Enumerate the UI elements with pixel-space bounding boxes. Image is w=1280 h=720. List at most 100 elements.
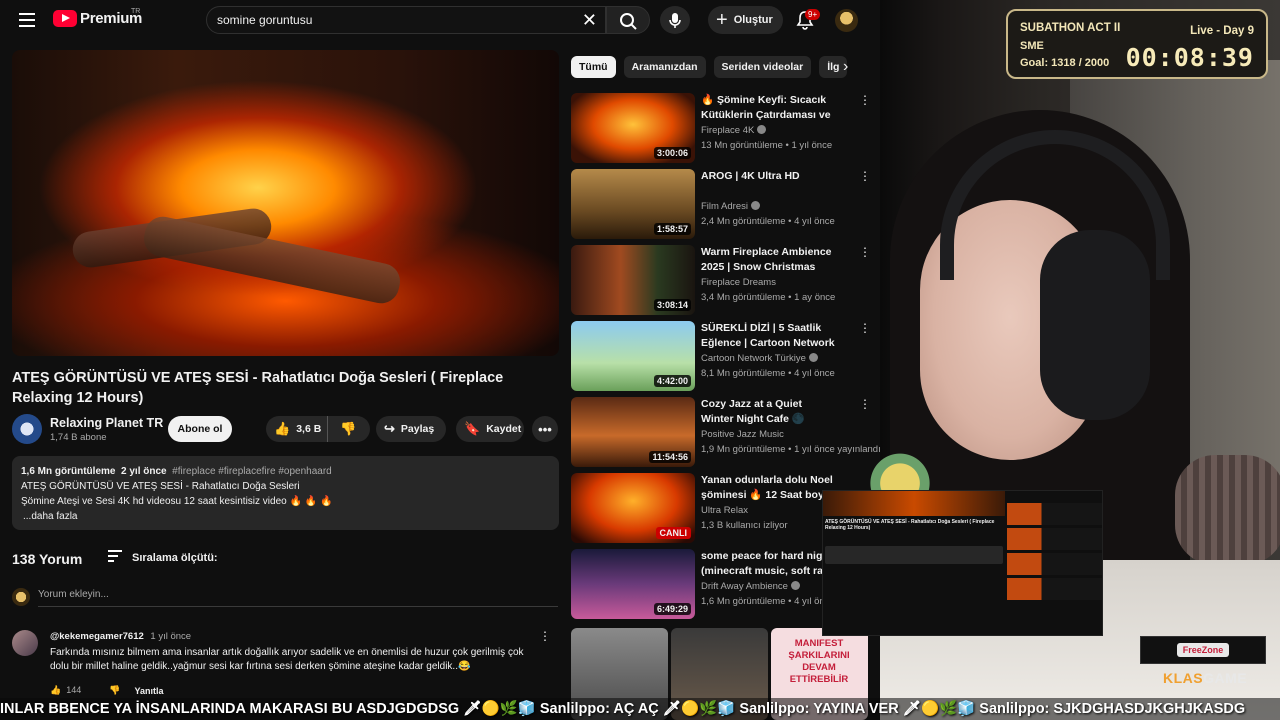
youtube-logo[interactable]: Premium TR: [53, 8, 142, 27]
video-thumbnail[interactable]: 6:49:29: [571, 549, 695, 619]
more-vertical-icon[interactable]: ⋮: [859, 397, 871, 411]
more-actions-button[interactable]: •••: [532, 416, 558, 442]
comment-like-button[interactable]: 👍 144: [50, 685, 95, 696]
youtube-page: Premium TR somine goruntusu ✕ + Oluştur …: [0, 0, 880, 720]
verified-icon: [790, 581, 800, 590]
share-label: Paylaş: [400, 423, 435, 435]
hashtags[interactable]: #fireplace #fireplacefire #openhaard: [172, 466, 332, 477]
channel-name[interactable]: Relaxing Planet TR: [50, 416, 163, 430]
video-thumbnail[interactable]: 3:08:14: [571, 245, 695, 315]
comment-dislike-button[interactable]: 👎: [109, 685, 120, 696]
related-channel[interactable]: Cartoon Network Türkiye: [701, 353, 818, 364]
related-video[interactable]: 4:42:00 SÜREKLİ DİZİ | 5 Saatlik Eğlence…: [571, 321, 871, 391]
save-label: Kaydet: [486, 423, 522, 435]
related-title[interactable]: Cozy Jazz at a Quiet Winter Night Cafe 🌑…: [701, 397, 835, 427]
thumbs-up-icon: 👍: [274, 421, 291, 436]
related-title[interactable]: some peace for hard nigh (minecraft musi…: [701, 549, 835, 579]
related-video[interactable]: 3:08:14 Warm Fireplace Ambience 2025 | S…: [571, 245, 871, 315]
search-icon: [620, 13, 637, 30]
video-thumbnail[interactable]: 11:54:56: [571, 397, 695, 467]
video-player[interactable]: [12, 50, 559, 356]
subathon-timer: 00:08:39: [1125, 43, 1254, 72]
chip-from-search[interactable]: Aramanızdan: [623, 56, 706, 78]
chip-from-series[interactable]: Seriden videolar: [713, 56, 812, 78]
comment-avatar[interactable]: [12, 630, 38, 656]
description-line: Şömine Ateşi ve Sesi 4K hd videosu 12 sa…: [21, 496, 333, 507]
more-vertical-icon[interactable]: ⋮: [859, 321, 871, 335]
create-button[interactable]: + Oluştur: [708, 6, 783, 34]
goal-text: Goal: 1318 / 2000: [1020, 57, 1110, 69]
related-channel[interactable]: Fireplace Dreams: [701, 277, 776, 288]
sort-comments-button[interactable]: Sıralama ölçütü:: [108, 550, 218, 565]
share-button[interactable]: ↪ Paylaş: [376, 416, 446, 442]
channel-label: Fireplace 4K: [701, 125, 755, 136]
like-count: 3,6 B: [296, 423, 322, 435]
related-meta: 3,4 Mn görüntüleme • 1 ay önce: [701, 292, 836, 303]
related-channel[interactable]: Ultra Relax: [701, 505, 748, 516]
preview-item: [1007, 553, 1102, 575]
masthead: Premium TR somine goruntusu ✕ + Oluştur …: [0, 0, 880, 40]
comment-text: Farkında mısınız bilmem ama insanlar art…: [50, 647, 524, 672]
reply-button[interactable]: Yanıtla: [134, 686, 163, 696]
chevron-right-icon[interactable]: ›: [843, 58, 848, 76]
related-meta: 2,4 Mn görüntüleme • 4 yıl önce: [701, 216, 835, 227]
ticker-text: INLAR BBENCE YA İNSANLARINDA MAKARASI BU…: [0, 701, 1246, 717]
upload-age: 2 yıl önce: [121, 466, 167, 477]
video-thumbnail[interactable]: 3:00:06: [571, 93, 695, 163]
chip-all[interactable]: Tümü: [571, 56, 616, 78]
preview-description: [825, 546, 1003, 564]
like-button[interactable]: 👍 3,6 B: [266, 416, 328, 442]
video-thumbnail[interactable]: CANLI: [571, 473, 695, 543]
menu-icon[interactable]: [19, 13, 35, 27]
related-meta: 8,1 Mn görüntüleme • 4 yıl önce: [701, 368, 835, 379]
comment-username: @kekemegamer7612: [50, 631, 144, 642]
related-title[interactable]: Warm Fireplace Ambience 2025 | Snow Chri…: [701, 245, 835, 275]
related-channel[interactable]: Fireplace 4K: [701, 125, 767, 136]
subscribe-button[interactable]: Abone ol: [168, 416, 232, 442]
voice-search-button[interactable]: [660, 6, 690, 34]
related-title[interactable]: SÜREKLİ DİZİ | 5 Saatlik Eğlence | Carto…: [701, 321, 835, 351]
channel-avatar[interactable]: [12, 414, 42, 444]
chat-ticker: INLAR BBENCE YA İNSANLARINDA MAKARASI BU…: [0, 698, 1280, 720]
related-channel[interactable]: Drift Away Ambience: [701, 581, 800, 592]
search-button[interactable]: [606, 6, 650, 34]
related-title[interactable]: Yanan odunlarla dolu Noel şöminesi 🔥 12 …: [701, 473, 835, 503]
account-avatar[interactable]: [835, 9, 858, 32]
logo-region: TR: [131, 8, 141, 15]
freezone-text: FreeZone: [1176, 643, 1230, 657]
channel-label: Drift Away Ambience: [701, 581, 788, 592]
more-vertical-icon[interactable]: ⋮: [859, 93, 871, 107]
avatar: [12, 588, 30, 606]
more-vertical-icon[interactable]: ⋮: [859, 245, 871, 259]
subscriber-count: 1,74 B abone: [50, 432, 107, 443]
search-input[interactable]: somine goruntusu ✕: [206, 6, 606, 34]
comment-author[interactable]: @kekemegamer7612 1 yıl önce: [50, 631, 191, 642]
related-channel[interactable]: Film Adresi: [701, 201, 760, 212]
comment-menu-icon[interactable]: ⋮: [539, 629, 551, 643]
search-value: somine goruntusu: [217, 13, 313, 27]
related-video[interactable]: 11:54:56 Cozy Jazz at a Quiet Winter Nig…: [571, 397, 880, 467]
dislike-button[interactable]: 👎: [340, 421, 356, 437]
related-video[interactable]: 1:58:57 AROG | 4K Ultra HD Film Adresi 2…: [571, 169, 871, 239]
add-comment-input[interactable]: Yorum ekleyin...: [38, 589, 109, 600]
related-title[interactable]: AROG | 4K Ultra HD: [701, 169, 835, 184]
duration-badge: 1:58:57: [653, 223, 691, 235]
comment-actions: 👍 144 👎 Yanıtla: [50, 685, 177, 696]
clear-search-icon[interactable]: ✕: [582, 10, 597, 31]
youtube-play-icon: [53, 10, 77, 27]
brand-b: GAME: [1203, 670, 1248, 686]
video-thumbnail[interactable]: 1:58:57: [571, 169, 695, 239]
subathon-title: SUBATHON ACT II: [1020, 22, 1121, 34]
duration-badge: 11:54:56: [649, 451, 691, 463]
show-more-link[interactable]: ...daha fazla: [21, 509, 550, 524]
related-video[interactable]: 3:00:06 🔥 Şömine Keyfi: Sıcacık Kütükler…: [571, 93, 871, 163]
related-title[interactable]: 🔥 Şömine Keyfi: Sıcacık Kütüklerin Çatır…: [701, 93, 835, 123]
filter-chips: Tümü Aramanızdan Seriden videolar İlg: [571, 56, 855, 78]
view-count: 1,6 Mn görüntüleme: [21, 466, 116, 477]
video-thumbnail[interactable]: 4:42:00: [571, 321, 695, 391]
description-box[interactable]: 1,6 Mn görüntüleme 2 yıl önce #fireplace…: [12, 456, 559, 530]
description-line: ATEŞ GÖRÜNTÜSÜ VE ATEŞ SESİ - Rahatlatıc…: [21, 481, 300, 492]
more-vertical-icon[interactable]: ⋮: [859, 169, 871, 183]
related-channel[interactable]: Positive Jazz Music: [701, 429, 784, 440]
save-button[interactable]: 🔖 Kaydet: [456, 416, 524, 442]
